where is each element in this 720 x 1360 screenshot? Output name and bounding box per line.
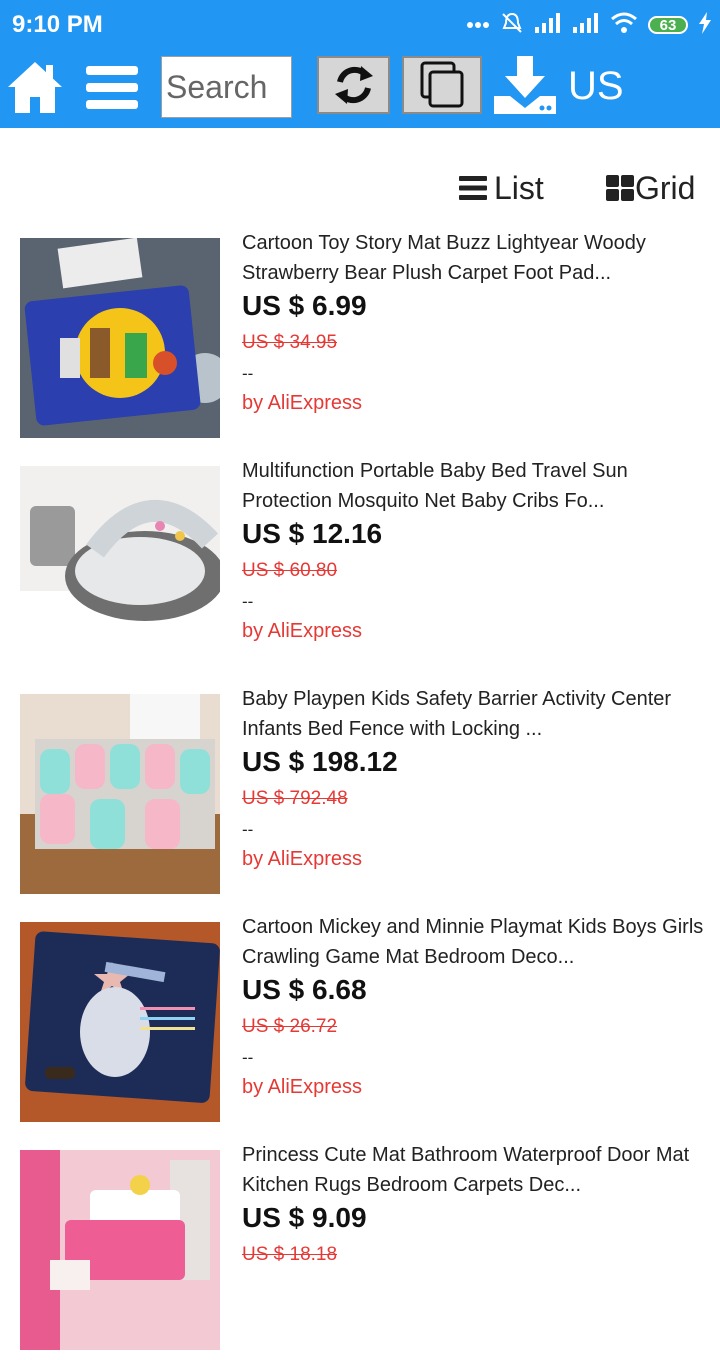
product-title[interactable]: Cartoon Mickey and Minnie Playmat Kids B… [242, 912, 707, 972]
signal-icon [572, 12, 600, 38]
menu-icon [86, 66, 138, 109]
product-image[interactable] [20, 1150, 220, 1350]
wifi-icon [610, 12, 638, 39]
product-original-price: US $ 26.72 [242, 1016, 338, 1037]
product-rating: -- [242, 1048, 254, 1067]
product-rating: -- [242, 592, 254, 611]
list-view-button[interactable]: List [458, 168, 544, 208]
product-title[interactable]: Princess Cute Mat Bathroom Waterproof Do… [242, 1140, 707, 1200]
product-price: US $ 9.09 [242, 1202, 367, 1233]
product-item[interactable]: Princess Cute Mat Bathroom Waterproof Do… [0, 1144, 720, 1360]
download-icon [494, 56, 556, 114]
product-seller: by AliExpress [242, 620, 363, 642]
region-selector[interactable]: US [568, 64, 624, 109]
product-image[interactable] [20, 466, 220, 666]
product-original-price: US $ 60.80 [242, 560, 338, 581]
product-item[interactable]: Baby Playpen Kids Safety Barrier Activit… [0, 688, 720, 904]
product-title[interactable]: Cartoon Toy Story Mat Buzz Lightyear Woo… [242, 228, 707, 288]
copy-icon [420, 61, 464, 108]
muted-alarm-icon [500, 11, 524, 40]
charging-icon [698, 11, 712, 39]
download-button[interactable] [492, 54, 558, 116]
product-rating: -- [242, 364, 254, 383]
menu-button[interactable] [84, 62, 140, 114]
status-time: 9:10 PM [12, 11, 103, 38]
refresh-button[interactable] [317, 56, 390, 114]
product-original-price: US $ 792.48 [242, 788, 348, 809]
battery-indicator: 63 [648, 16, 688, 34]
product-seller: by AliExpress [242, 1076, 363, 1098]
product-original-price: US $ 18.18 [242, 1244, 338, 1265]
product-price: US $ 12.16 [242, 518, 383, 549]
status-bar: 9:10 PM 63 [0, 0, 720, 50]
refresh-icon [334, 66, 373, 104]
signal-icon [534, 12, 562, 38]
product-image[interactable] [20, 238, 220, 438]
toolbar: US [0, 50, 720, 128]
home-icon [8, 62, 62, 113]
product-seller: by AliExpress [242, 848, 363, 870]
product-image[interactable] [20, 694, 220, 894]
product-item[interactable]: Cartoon Toy Story Mat Buzz Lightyear Woo… [0, 232, 720, 448]
product-original-price: US $ 34.95 [242, 332, 338, 353]
copy-button[interactable] [402, 56, 482, 114]
product-item[interactable]: Cartoon Mickey and Minnie Playmat Kids B… [0, 916, 720, 1132]
status-icons: 63 [466, 11, 712, 40]
product-seller: by AliExpress [242, 392, 363, 414]
product-image[interactable] [20, 922, 220, 1122]
product-price: US $ 198.12 [242, 746, 398, 777]
list-view-label: List [494, 169, 544, 206]
product-title[interactable]: Multifunction Portable Baby Bed Travel S… [242, 456, 707, 516]
list-icon [459, 176, 487, 200]
product-price: US $ 6.68 [242, 974, 367, 1005]
product-price: US $ 6.99 [242, 290, 367, 321]
grid-view-label: Grid [635, 169, 696, 206]
grid-icon [606, 175, 634, 201]
product-item[interactable]: Multifunction Portable Baby Bed Travel S… [0, 460, 720, 676]
grid-view-button[interactable]: Grid [605, 168, 695, 208]
search-input[interactable] [161, 56, 292, 118]
more-dots-icon [466, 16, 490, 34]
home-button[interactable] [6, 59, 64, 115]
product-title[interactable]: Baby Playpen Kids Safety Barrier Activit… [242, 684, 707, 744]
product-rating: -- [242, 820, 254, 839]
